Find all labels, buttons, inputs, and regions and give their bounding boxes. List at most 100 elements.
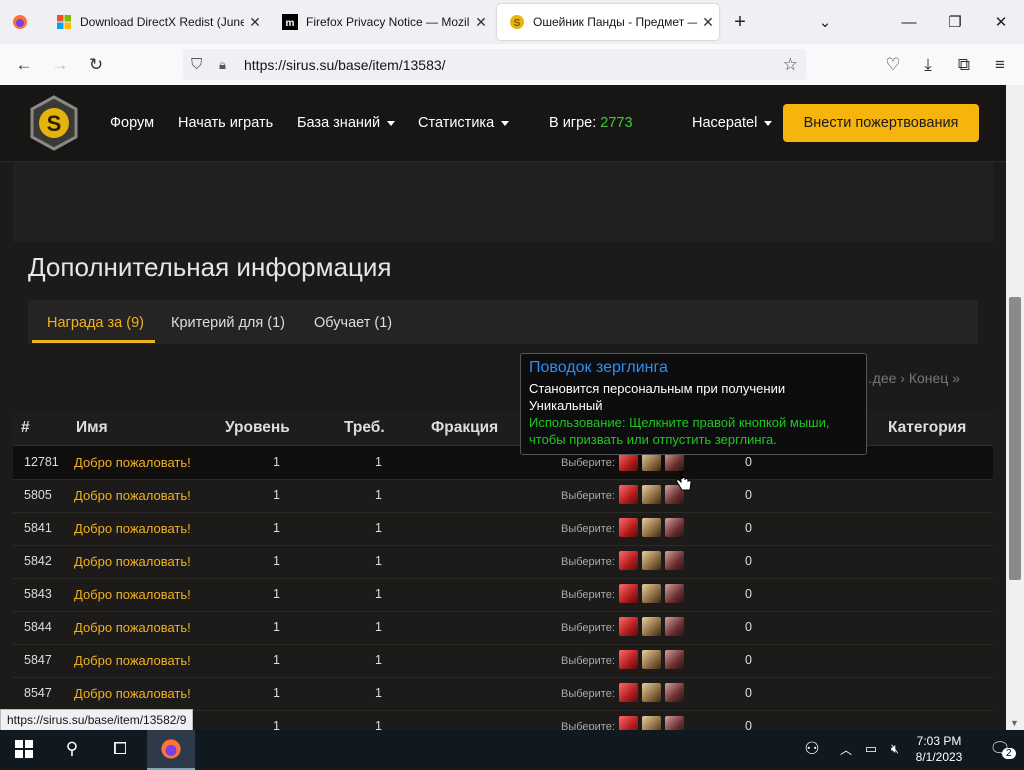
scroll-down-arrow-icon[interactable]: ▼ xyxy=(1010,718,1019,728)
quest-value: 0 xyxy=(745,686,752,700)
nav-knowledge-base[interactable]: База знаний xyxy=(297,115,396,131)
tab-panda-collar[interactable]: S Ошейник Панды - Предмет — ✕ xyxy=(497,4,719,40)
reward-feather-icon[interactable] xyxy=(619,716,638,730)
taskbar-firefox[interactable] xyxy=(147,730,195,770)
reward-feather-icon[interactable] xyxy=(619,617,638,636)
back-button[interactable]: ← xyxy=(11,52,37,78)
tab-directx[interactable]: Download DirectX Redist (June ✕ xyxy=(44,4,266,40)
reward-feather-icon[interactable] xyxy=(619,683,638,702)
network-icon[interactable]: ▭ xyxy=(860,730,882,768)
new-tab-button[interactable]: + xyxy=(717,0,763,44)
reward-feather-icon[interactable] xyxy=(619,551,638,570)
reward-rope-icon[interactable] xyxy=(642,650,661,669)
page-scrollbar[interactable]: ▼ xyxy=(1006,85,1024,730)
quest-name-link[interactable]: Добро пожаловать! xyxy=(74,455,191,470)
col-name[interactable]: Имя xyxy=(76,419,108,437)
start-button[interactable] xyxy=(0,730,48,768)
reward-leash-icon[interactable] xyxy=(665,650,684,669)
username: Hacepatel xyxy=(692,115,758,131)
quest-name-link[interactable]: Добро пожаловать! xyxy=(74,686,191,701)
close-icon[interactable]: ✕ xyxy=(244,14,266,31)
reward-rope-icon[interactable] xyxy=(642,617,661,636)
reward-feather-icon[interactable] xyxy=(619,485,638,504)
reward-leash-icon[interactable] xyxy=(665,617,684,636)
donate-button[interactable]: Внести пожертвования xyxy=(783,104,979,142)
nav-forum[interactable]: Форум xyxy=(110,115,154,131)
people-button[interactable]: ⚇ xyxy=(788,730,836,768)
reward-feather-icon[interactable] xyxy=(619,650,638,669)
tab-criteria-for[interactable]: Критерий для (1) xyxy=(171,315,285,331)
lock-icon[interactable]: 🔒︎ xyxy=(219,57,226,73)
quest-required-level: 1 xyxy=(375,554,382,568)
quest-name-link[interactable]: Добро пожаловать! xyxy=(74,587,191,602)
col-req[interactable]: Треб. xyxy=(344,419,385,437)
close-window-button[interactable]: ✕ xyxy=(978,0,1024,44)
col-faction[interactable]: Фракция xyxy=(431,419,498,437)
reward-feather-icon[interactable] xyxy=(619,584,638,603)
reward-rope-icon[interactable] xyxy=(642,584,661,603)
sirus-logo[interactable]: S xyxy=(26,95,82,151)
task-view-button[interactable]: ⧠ xyxy=(96,730,144,768)
show-hidden-icons[interactable]: ︿ xyxy=(834,730,858,768)
mozilla-m-icon: m xyxy=(282,14,298,30)
address-bar[interactable]: ⛉ 🔒︎ https://sirus.su/base/item/13583/ ☆ xyxy=(183,49,806,80)
reward-rope-icon[interactable] xyxy=(642,518,661,537)
reward-choose-label: Выберите: xyxy=(561,556,615,568)
windows-logo-icon xyxy=(57,15,71,29)
arrow-right-icon: → xyxy=(51,55,69,74)
list-tabs-button[interactable]: ⌄ xyxy=(802,0,848,44)
volume-muted-icon[interactable]: 🔇︎ xyxy=(884,730,906,768)
close-icon[interactable]: ✕ xyxy=(470,14,492,31)
quest-value: 0 xyxy=(745,455,752,469)
quest-level: 1 xyxy=(273,653,280,667)
reload-button[interactable]: ↻ xyxy=(83,52,109,78)
col-category[interactable]: Категория xyxy=(888,419,966,437)
quest-name-link[interactable]: Добро пожаловать! xyxy=(74,488,191,503)
app-menu-button[interactable]: ≡ xyxy=(987,52,1013,78)
clock[interactable]: 7:03 PM 8/1/2023 xyxy=(908,733,970,765)
quest-name-link[interactable]: Добро пожаловать! xyxy=(74,521,191,536)
downloads-button[interactable]: ⤓ xyxy=(915,52,941,78)
nav-start-playing[interactable]: Начать играть xyxy=(178,115,273,131)
reward-rope-icon[interactable] xyxy=(642,716,661,730)
quest-value: 0 xyxy=(745,653,752,667)
quest-name-link[interactable]: Добро пожаловать! xyxy=(74,653,191,668)
tab-privacy[interactable]: m Firefox Privacy Notice — Mozill ✕ xyxy=(270,4,492,40)
firefox-menu-tab[interactable] xyxy=(0,4,40,40)
reward-leash-icon[interactable] xyxy=(665,683,684,702)
reward-rope-icon[interactable] xyxy=(642,551,661,570)
quest-id: 5842 xyxy=(24,554,52,568)
nav-statistics[interactable]: Статистика xyxy=(418,115,510,131)
reward-leash-icon[interactable] xyxy=(665,518,684,537)
reward-feather-icon[interactable] xyxy=(619,518,638,537)
search-button[interactable]: ⚲ xyxy=(48,730,96,768)
restore-button[interactable]: ❐ xyxy=(932,0,978,44)
pocket-button[interactable]: ♡ xyxy=(880,52,906,78)
nav-label: Статистика xyxy=(418,115,495,131)
item-tooltip: Поводок зерглинга Становится персональны… xyxy=(520,353,867,455)
user-menu[interactable]: Hacepatel xyxy=(692,115,773,131)
section-title: Дополнительная информация xyxy=(28,252,392,282)
notification-count: 2 xyxy=(1002,748,1016,759)
tab-teaches[interactable]: Обучает (1) xyxy=(314,315,392,331)
tab-reward-for[interactable]: Награда за (9) xyxy=(47,315,144,331)
notifications-button[interactable]: 🗨︎ 2 xyxy=(976,730,1024,768)
col-id[interactable]: # xyxy=(21,419,30,437)
scroll-thumb[interactable] xyxy=(1009,297,1021,580)
close-icon[interactable]: ✕ xyxy=(697,14,719,31)
shield-icon[interactable]: ⛉ xyxy=(191,56,202,73)
reward-leash-icon[interactable] xyxy=(665,716,684,730)
hand-cursor-icon xyxy=(676,470,692,491)
reward-leash-icon[interactable] xyxy=(665,584,684,603)
reward-rope-icon[interactable] xyxy=(642,683,661,702)
quest-name-link[interactable]: Добро пожаловать! xyxy=(74,620,191,635)
extensions-button[interactable]: ⧉ xyxy=(951,52,977,78)
reward-rope-icon[interactable] xyxy=(642,485,661,504)
forward-button[interactable]: → xyxy=(47,52,73,78)
minimize-button[interactable]: — xyxy=(886,0,932,44)
reward-leash-icon[interactable] xyxy=(665,551,684,570)
col-level[interactable]: Уровень xyxy=(225,419,290,437)
quest-name-link[interactable]: Добро пожаловать! xyxy=(74,554,191,569)
star-icon[interactable]: ☆ xyxy=(783,55,798,75)
svg-text:m: m xyxy=(286,18,295,29)
